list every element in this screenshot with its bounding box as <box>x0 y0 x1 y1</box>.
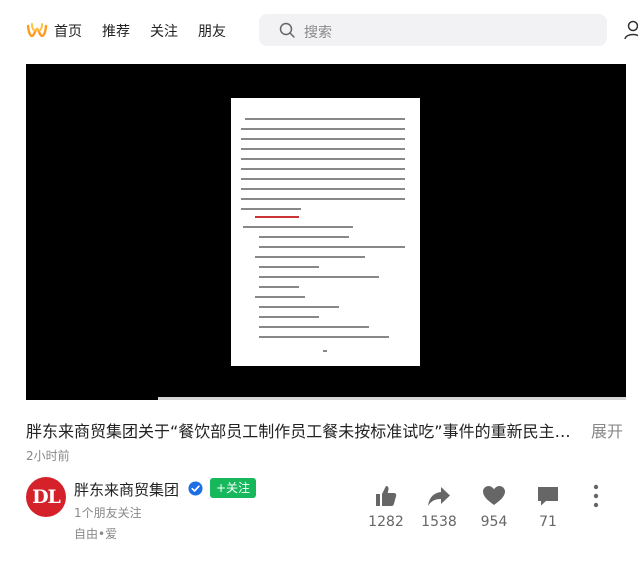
nav-following[interactable]: 关注 <box>150 21 178 41</box>
friends-following: 1个朋友关注 <box>74 506 142 520</box>
more-options-icon[interactable] <box>592 484 600 508</box>
verified-badge-icon <box>188 481 203 496</box>
post-title: 胖东来商贸集团关于“餐饮部员工制作员工餐未按标准试吃”事件的重新民主… <box>26 422 571 441</box>
follow-button[interactable]: +关注 <box>210 478 256 498</box>
search-placeholder[interactable]: 搜索 <box>304 22 332 42</box>
user-icon[interactable] <box>624 20 638 40</box>
like-count: 1282 <box>368 514 404 530</box>
video-progress-fill <box>26 397 158 400</box>
top-bar: 首页 推荐 关注 朋友 搜索 <box>0 0 638 62</box>
document-page-image <box>231 98 420 366</box>
video-player[interactable] <box>26 64 626 398</box>
nav-friends[interactable]: 朋友 <box>198 21 226 41</box>
post-time: 2小时前 <box>26 449 70 463</box>
search-box[interactable]: 搜索 <box>259 14 607 46</box>
nav-home[interactable]: 首页 <box>54 21 82 41</box>
favorite-icon[interactable] <box>482 484 506 508</box>
share-count: 1538 <box>421 514 457 530</box>
favorite-count: 954 <box>480 514 508 530</box>
author-tagline: 自由•爱 <box>74 527 118 541</box>
share-icon[interactable] <box>427 484 451 508</box>
like-icon[interactable] <box>374 484 398 508</box>
author-name[interactable]: 胖东来商贸集团 <box>74 479 179 500</box>
author-avatar[interactable]: DL <box>26 477 66 517</box>
comment-icon[interactable] <box>536 484 560 508</box>
search-icon <box>279 22 295 38</box>
comment-count: 71 <box>539 514 557 530</box>
nav-recommend[interactable]: 推荐 <box>102 21 130 41</box>
avatar-logo-text: DL <box>32 486 61 508</box>
app-logo-icon[interactable] <box>26 20 48 42</box>
expand-button[interactable]: 展开 <box>591 418 623 442</box>
